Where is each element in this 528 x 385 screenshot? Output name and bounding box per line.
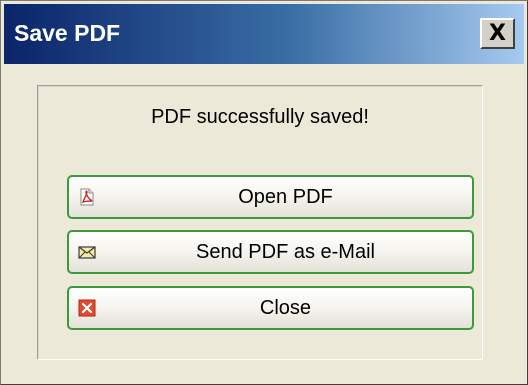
window-title: Save PDF	[14, 20, 121, 46]
close-icon: X	[489, 21, 506, 46]
red-x-icon	[78, 299, 96, 317]
status-message: PDF successfully saved!	[151, 106, 369, 128]
open-pdf-label: Open PDF	[238, 186, 333, 208]
envelope-icon	[78, 246, 96, 259]
close-button[interactable]: Close	[67, 286, 474, 330]
send-pdf-email-label: Send PDF as e-Mail	[196, 241, 375, 263]
send-pdf-email-button[interactable]: Send PDF as e-Mail	[67, 230, 474, 274]
pdf-file-icon	[80, 188, 94, 206]
open-pdf-button[interactable]: Open PDF	[67, 175, 474, 219]
title-bar[interactable]: Save PDF X	[4, 4, 524, 64]
title-close-button[interactable]: X	[480, 18, 515, 49]
save-pdf-dialog: Save PDF X PDF successfully saved! Open …	[0, 0, 528, 385]
close-label: Close	[259, 297, 312, 319]
